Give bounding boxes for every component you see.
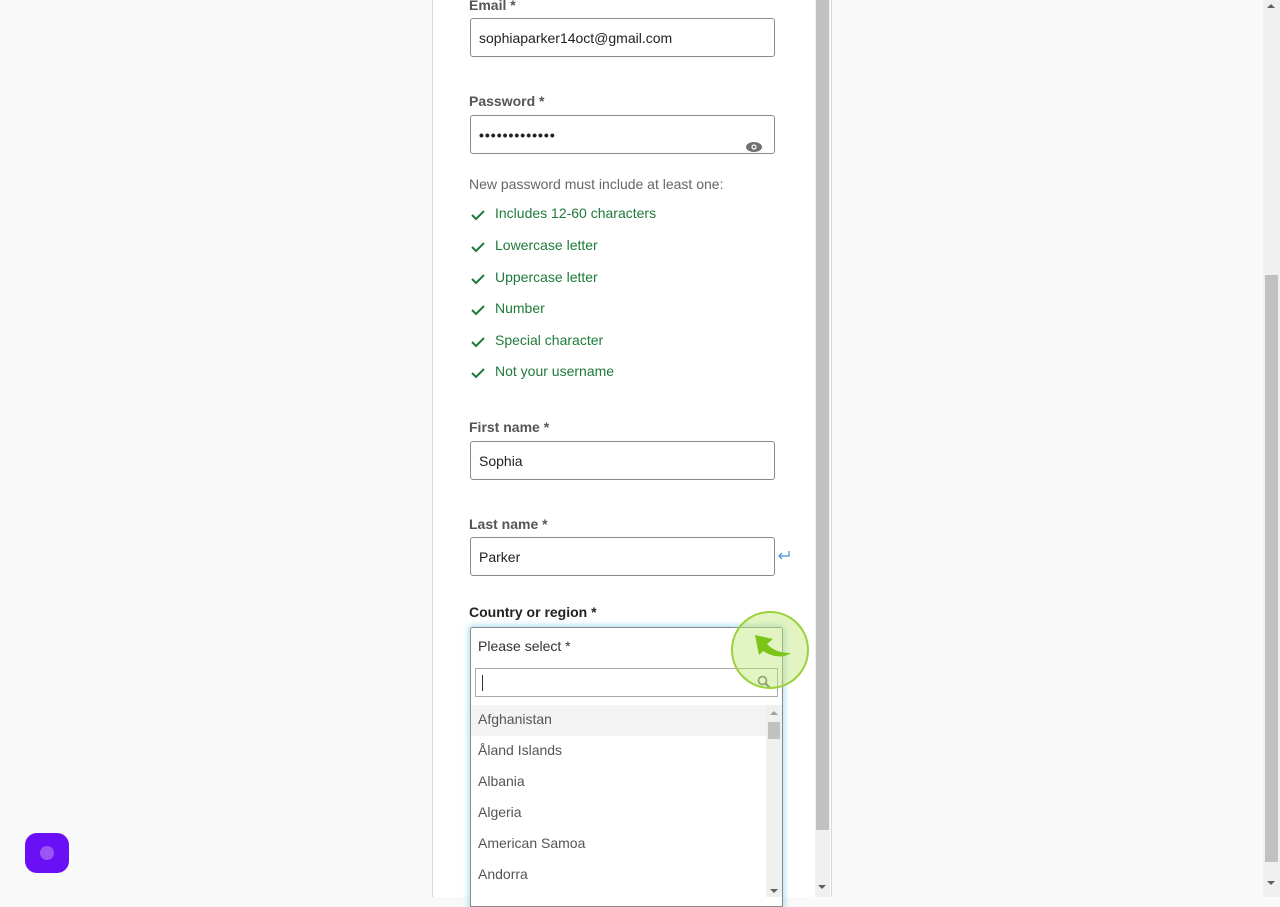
password-label: Password * [469, 93, 545, 109]
eye-icon[interactable] [746, 129, 762, 168]
email-value: sophiaparker14oct@gmail.com [479, 30, 673, 46]
password-rule: Lowercase letter [470, 237, 598, 253]
email-label: Email * [469, 0, 516, 13]
password-rule-label: Special character [495, 332, 604, 348]
password-rule-label: Includes 12-60 characters [495, 205, 657, 221]
text-caret [482, 675, 483, 691]
scroll-down-arrow-icon[interactable] [770, 889, 778, 893]
password-rule: Special character [470, 332, 603, 348]
country-options-list: Afghanistan Åland Islands Albania Algeri… [471, 705, 766, 897]
first-name-field[interactable]: Sophia [470, 441, 775, 480]
email-field[interactable]: sophiaparker14oct@gmail.com [470, 18, 775, 57]
password-rule-label: Not your username [495, 363, 615, 379]
scroll-down-arrow-icon[interactable] [1267, 881, 1275, 885]
scrollbar-thumb[interactable] [1265, 275, 1278, 862]
last-name-field[interactable]: Parker [470, 537, 775, 576]
scrollbar-thumb[interactable] [816, 0, 829, 830]
check-icon [471, 273, 485, 284]
password-rule-label: Uppercase letter [495, 269, 598, 285]
check-icon [471, 336, 485, 347]
country-label: Country or region * [469, 604, 597, 620]
last-name-label: Last name * [469, 516, 548, 532]
country-selected-value[interactable]: Please select * [478, 638, 571, 654]
form-panel-scrollbar[interactable] [815, 0, 830, 897]
password-rule: Includes 12-60 characters [470, 205, 656, 221]
check-icon [471, 209, 485, 220]
check-icon [471, 367, 485, 378]
password-requirements-hint: New password must include at least one: [469, 176, 724, 192]
country-option[interactable]: Algeria [471, 798, 766, 829]
enter-key-icon [777, 549, 791, 567]
chat-launcher-icon [40, 846, 54, 860]
scroll-down-arrow-icon[interactable] [818, 885, 826, 889]
chat-launcher-button[interactable] [25, 833, 69, 873]
last-name-value: Parker [479, 549, 521, 565]
check-icon [471, 241, 485, 252]
password-value: ••••••••••••• [479, 127, 556, 143]
country-option[interactable]: Andorra [471, 860, 766, 891]
page-scrollbar[interactable] [1263, 0, 1280, 897]
country-option[interactable]: Åland Islands [471, 736, 766, 767]
password-rule: Number [470, 300, 545, 316]
click-indicator [731, 611, 809, 689]
country-search-input[interactable] [475, 668, 778, 697]
country-option[interactable]: Albania [471, 767, 766, 798]
country-option[interactable]: Afghanistan [471, 705, 766, 736]
password-rule-label: Number [495, 300, 545, 316]
first-name-label: First name * [469, 419, 550, 435]
scrollbar-thumb[interactable] [768, 722, 780, 739]
password-field[interactable]: ••••••••••••• [470, 115, 775, 154]
country-list-scrollbar[interactable] [766, 705, 782, 897]
scroll-up-arrow-icon[interactable] [770, 711, 778, 715]
cursor-arrow-icon [755, 635, 791, 657]
password-rule-label: Lowercase letter [495, 237, 598, 253]
scroll-up-arrow-icon[interactable] [1267, 4, 1275, 8]
country-option[interactable]: American Samoa [471, 829, 766, 860]
first-name-value: Sophia [479, 453, 523, 469]
check-icon [471, 304, 485, 315]
password-rule: Not your username [470, 363, 614, 379]
password-rule: Uppercase letter [470, 269, 598, 285]
